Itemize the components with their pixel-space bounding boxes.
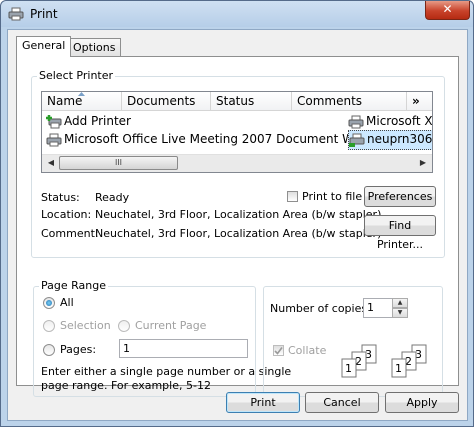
printer-item-label: neuprn306 o [367, 132, 433, 146]
spin-down-icon[interactable]: ▼ [392, 308, 408, 318]
find-printer-button[interactable]: Find Printer... [364, 215, 436, 251]
collate-checkbox[interactable] [273, 345, 284, 356]
spin-up-icon[interactable]: ▲ [392, 298, 408, 308]
column-comments[interactable]: Comments [292, 92, 407, 110]
pages-input[interactable]: 1 [119, 339, 248, 358]
column-name[interactable]: Name [42, 92, 122, 110]
cancel-button[interactable]: Cancel [305, 392, 379, 413]
collate-page-1: 1 [395, 362, 402, 375]
apply-button[interactable]: Apply [385, 392, 459, 413]
checkmark-icon [274, 347, 283, 355]
dialog-client: General Options Select Printer Name Docu… [7, 29, 468, 421]
printer-icon [348, 115, 364, 128]
print-to-file-label[interactable]: Print to file [302, 190, 362, 203]
column-documents[interactable]: Documents [122, 92, 211, 110]
network-printer-icon [349, 133, 365, 147]
comment-label: Comment: [41, 227, 99, 240]
close-button[interactable]: ✕ [425, 1, 470, 20]
printer-item-add-printer[interactable]: Add Printer [46, 112, 131, 130]
collate-page-1: 1 [345, 362, 352, 375]
select-printer-group: Select Printer Name Documents Status Com… [31, 69, 445, 258]
location-label: Location: [41, 208, 92, 221]
selection-radio[interactable] [43, 320, 55, 332]
printer-item-label: Microsoft Office Live Meeting 2007 Docum… [64, 132, 379, 146]
window-title: Print [30, 7, 58, 21]
collate-pages-icon: 3 2 1 [391, 344, 427, 378]
sort-ascending-icon [78, 92, 85, 96]
copies-group: Number of copies: 1 ▲ ▼ Collate 3 2 1 3 … [263, 286, 443, 397]
selection-label[interactable]: Selection [60, 319, 111, 332]
printer-item-office-live-meeting[interactable]: Microsoft Office Live Meeting 2007 Docum… [46, 130, 379, 148]
page-range-hint-line1: Enter either a single page number or a s… [41, 365, 292, 378]
number-of-copies-label: Number of copies: [270, 302, 371, 315]
printer-list-header: Name Documents Status Comments » [42, 92, 432, 111]
status-value: Ready [95, 191, 130, 204]
printer-item-label: Microsoft XP [366, 114, 433, 128]
title-bar[interactable]: Print ✕ [1, 1, 473, 27]
printer-item-label: Add Printer [64, 114, 131, 128]
current-page-label[interactable]: Current Page [135, 319, 206, 332]
all-label[interactable]: All [60, 296, 74, 309]
tab-general[interactable]: General [16, 36, 72, 57]
scroll-thumb[interactable]: III [59, 156, 178, 170]
pages-radio[interactable] [43, 344, 55, 356]
comment-value: Neuchatel, 3rd Floor, Localization Area … [95, 227, 382, 240]
page-range-group: Page Range All Selection Current Page Pa… [33, 279, 291, 397]
column-more-icon[interactable]: » [407, 92, 432, 110]
all-radio[interactable] [43, 297, 55, 309]
printer-icon [8, 7, 24, 21]
printer-icon [46, 133, 62, 146]
grip-icon: III [114, 158, 123, 167]
general-panel: Select Printer Name Documents Status Com… [16, 56, 459, 397]
print-to-file-checkbox[interactable] [287, 191, 298, 202]
close-icon: ✕ [442, 2, 453, 16]
page-range-legend: Page Range [39, 279, 108, 292]
preferences-button[interactable]: Preferences [364, 186, 436, 207]
add-printer-icon [46, 114, 62, 128]
number-of-copies-input[interactable]: 1 [363, 298, 393, 318]
print-dialog: Print ✕ General Options Select Printer N… [0, 0, 474, 427]
scroll-left-icon[interactable]: ◀ [45, 157, 57, 169]
page-range-hint-line2: page range. For example, 5-12 [41, 379, 211, 392]
collate-pages-icon: 3 2 1 [341, 344, 377, 378]
printer-list-hscrollbar[interactable]: ◀ III ▶ [42, 154, 432, 172]
copies-spinner[interactable]: ▲ ▼ [392, 298, 408, 318]
printer-item-microsoft-xp[interactable]: Microsoft XP [348, 112, 433, 130]
printer-list[interactable]: Name Documents Status Comments » Add Pri… [41, 91, 433, 173]
print-button[interactable]: Print [226, 392, 300, 413]
column-status[interactable]: Status [211, 92, 292, 110]
location-value: Neuchatel, 3rd Floor, Localization Area … [95, 208, 382, 221]
printer-item-neuprn306[interactable]: neuprn306 o [348, 130, 433, 150]
collate-label[interactable]: Collate [288, 344, 326, 357]
status-label: Status: [41, 191, 80, 204]
tab-options[interactable]: Options [67, 38, 122, 57]
current-page-radio[interactable] [118, 320, 130, 332]
scroll-right-icon[interactable]: ▶ [417, 157, 429, 169]
select-printer-legend: Select Printer [37, 69, 116, 82]
pages-label[interactable]: Pages: [60, 343, 96, 356]
